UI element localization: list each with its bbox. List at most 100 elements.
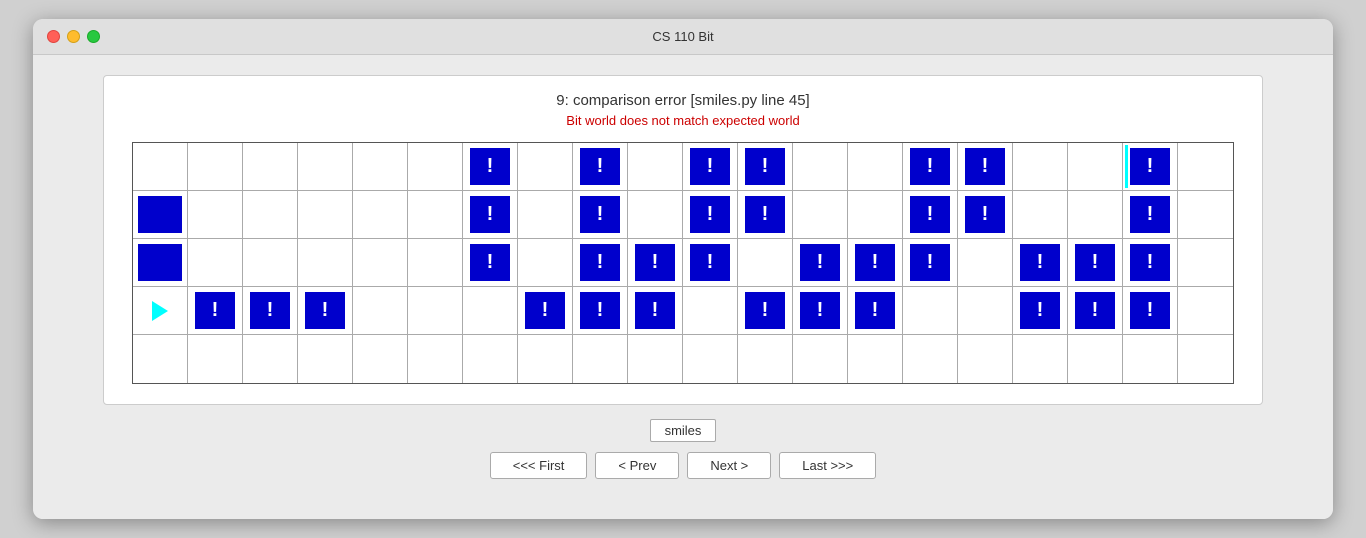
next-button[interactable]: Next > (687, 452, 771, 479)
cell-r3c3 (243, 239, 298, 287)
block-r1c12: ! (745, 148, 786, 186)
block-r1c19: ! (1130, 148, 1171, 186)
close-button[interactable] (47, 30, 60, 43)
cell-r4c7 (463, 287, 518, 335)
block-r2c16: ! (965, 196, 1006, 234)
cell-r5c11 (683, 335, 738, 383)
maximize-button[interactable] (87, 30, 100, 43)
cell-r4c4: ! (298, 287, 353, 335)
cell-r5c1 (133, 335, 188, 383)
cell-r2c12: ! (738, 191, 793, 239)
cell-r4c16 (958, 287, 1013, 335)
cell-r5c4 (298, 335, 353, 383)
cell-r3c15: ! (903, 239, 958, 287)
cell-r1c12: ! (738, 143, 793, 191)
error-subtitle: Bit world does not match expected world (566, 113, 799, 128)
cell-r4c14: ! (848, 287, 903, 335)
app-window: CS 110 Bit 9: comparison error [smiles.p… (33, 19, 1333, 519)
traffic-lights (47, 30, 100, 43)
block-r4c19: ! (1130, 292, 1171, 330)
main-content: 9: comparison error [smiles.py line 45] … (33, 55, 1333, 519)
cell-r5c18 (1068, 335, 1123, 383)
block-r4c14: ! (855, 292, 896, 330)
cell-r1c18 (1068, 143, 1123, 191)
navigation-buttons: <<< First < Prev Next > Last >>> (490, 452, 877, 479)
cell-r5c19 (1123, 335, 1178, 383)
cell-r2c14 (848, 191, 903, 239)
cell-r3c1 (133, 239, 188, 287)
cell-r5c12 (738, 335, 793, 383)
cell-r2c18 (1068, 191, 1123, 239)
cell-r5c7 (463, 335, 518, 383)
cell-r3c12 (738, 239, 793, 287)
cell-r3c9: ! (573, 239, 628, 287)
cell-r3c8 (518, 239, 573, 287)
block-r4c9: ! (580, 292, 621, 330)
grid-row-4: ! ! ! ! ! (133, 287, 1233, 335)
block-r3c10: ! (635, 244, 676, 282)
block-r4c4: ! (305, 292, 346, 330)
cyan-marker (1125, 145, 1128, 188)
cell-r1c10 (628, 143, 683, 191)
block-r3c17: ! (1020, 244, 1061, 282)
cell-r5c15 (903, 335, 958, 383)
cell-r3c16 (958, 239, 1013, 287)
cell-r1c2 (188, 143, 243, 191)
cell-r5c9 (573, 335, 628, 383)
cell-r5c5 (353, 335, 408, 383)
block-r3c18: ! (1075, 244, 1116, 282)
cell-r3c20 (1178, 239, 1233, 287)
cell-r4c11 (683, 287, 738, 335)
first-button[interactable]: <<< First (490, 452, 588, 479)
cell-r1c20 (1178, 143, 1233, 191)
cell-r5c2 (188, 335, 243, 383)
cell-r2c16: ! (958, 191, 1013, 239)
block-r2c11: ! (690, 196, 731, 234)
block-r1c11: ! (690, 148, 731, 186)
cell-r5c16 (958, 335, 1013, 383)
cell-r2c11: ! (683, 191, 738, 239)
cell-r2c10 (628, 191, 683, 239)
cell-r2c5 (353, 191, 408, 239)
bit-arrow (152, 301, 168, 321)
bit-world-grid: ! ! ! ! ! (132, 142, 1234, 384)
cell-r4c3: ! (243, 287, 298, 335)
cell-r2c7: ! (463, 191, 518, 239)
cell-r1c13 (793, 143, 848, 191)
cell-r5c10 (628, 335, 683, 383)
cell-r4c18: ! (1068, 287, 1123, 335)
cell-r2c9: ! (573, 191, 628, 239)
cell-r4c8: ! (518, 287, 573, 335)
bottom-controls: smiles <<< First < Prev Next > Last >>> (490, 419, 877, 479)
block-r4c12: ! (745, 292, 786, 330)
block-r4c10: ! (635, 292, 676, 330)
cell-r4c15 (903, 287, 958, 335)
cell-r2c17 (1013, 191, 1068, 239)
last-button[interactable]: Last >>> (779, 452, 876, 479)
cell-r5c8 (518, 335, 573, 383)
cell-r1c11: ! (683, 143, 738, 191)
titlebar: CS 110 Bit (33, 19, 1333, 55)
cell-r4c12: ! (738, 287, 793, 335)
cell-r5c13 (793, 335, 848, 383)
cell-r1c8 (518, 143, 573, 191)
block-r3c19: ! (1130, 244, 1171, 282)
cell-r2c6 (408, 191, 463, 239)
cell-r1c9: ! (573, 143, 628, 191)
block-r1c16: ! (965, 148, 1006, 186)
error-title: 9: comparison error [smiles.py line 45] (556, 92, 809, 109)
cell-r3c5 (353, 239, 408, 287)
block-r1c9: ! (580, 148, 621, 186)
block-r3c11: ! (690, 244, 731, 282)
cell-r4c17: ! (1013, 287, 1068, 335)
cell-r3c14: ! (848, 239, 903, 287)
minimize-button[interactable] (67, 30, 80, 43)
prev-button[interactable]: < Prev (595, 452, 679, 479)
block-r1c15: ! (910, 148, 951, 186)
block-r2c15: ! (910, 196, 951, 234)
block-r4c13: ! (800, 292, 841, 330)
block-r4c8: ! (525, 292, 566, 330)
block-r2c1 (138, 196, 181, 234)
block-r4c17: ! (1020, 292, 1061, 330)
cell-r5c20 (1178, 335, 1233, 383)
